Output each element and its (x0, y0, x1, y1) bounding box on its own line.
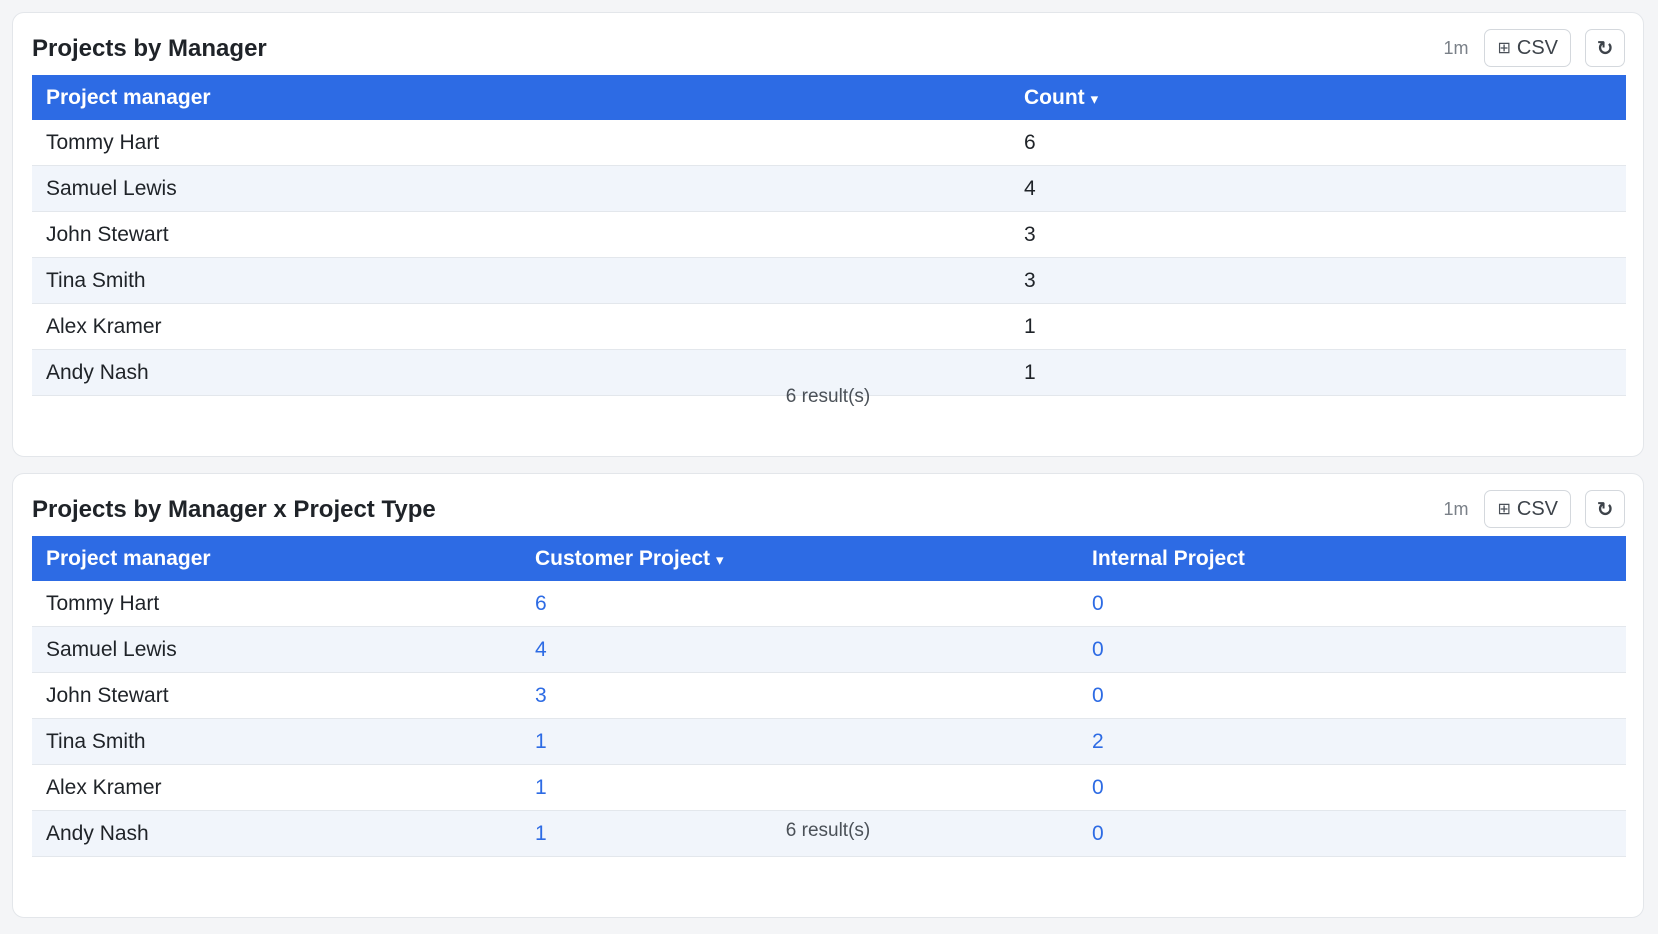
table-grid-icon: ⊞ (1497, 40, 1511, 57)
column-header-project-manager[interactable]: Project manager (32, 536, 521, 581)
count-cell: 4 (1010, 165, 1626, 212)
manager-cell: Samuel Lewis (32, 626, 521, 673)
manager-cell: Tommy Hart (32, 581, 521, 627)
count-cell: 3 (1010, 257, 1626, 304)
internal-project-count-link[interactable]: 0 (1078, 581, 1626, 627)
table-row: Tommy Hart 6 0 (32, 581, 1626, 627)
panel-actions: 1m ⊞ CSV ↻ (1443, 489, 1625, 529)
manager-cell: John Stewart (32, 672, 521, 719)
table-row: Tina Smith 3 (32, 257, 1626, 304)
table-row: John Stewart 3 0 (32, 672, 1626, 719)
refresh-age-label: 1m (1443, 498, 1469, 519)
column-header-internal-project[interactable]: Internal Project (1078, 536, 1626, 581)
column-header-count[interactable]: Count ▾ (1010, 75, 1626, 120)
manager-cell: Tina Smith (32, 718, 521, 765)
internal-project-count-link[interactable]: 0 (1078, 626, 1626, 673)
manager-cell: Tommy Hart (32, 120, 1010, 166)
projects-by-manager-table: Project manager Count ▾ Tommy Hart 6 Samu… (32, 75, 1626, 396)
projects-by-manager-x-type-panel: Projects by Manager x Project Type 1m ⊞ … (12, 473, 1644, 918)
refresh-icon: ↻ (1596, 498, 1614, 521)
table-row: Samuel Lewis 4 0 (32, 626, 1626, 673)
manager-cell: Alex Kramer (32, 764, 521, 811)
panel-actions: 1m ⊞ CSV ↻ (1443, 28, 1625, 68)
projects-by-manager-x-type-table: Project manager Customer Project ▾ Intern… (32, 536, 1626, 857)
customer-project-count-link[interactable]: 1 (521, 764, 1078, 811)
panel-header: Projects by Manager 1m ⊞ CSV ↻ (13, 13, 1643, 83)
csv-export-button[interactable]: ⊞ CSV (1484, 29, 1571, 67)
column-header-project-manager[interactable]: Project manager (32, 75, 1010, 120)
internal-project-count-link[interactable]: 0 (1078, 764, 1626, 811)
result-count: 6 result(s) (785, 386, 871, 407)
csv-export-button[interactable]: ⊞ CSV (1484, 490, 1571, 528)
refresh-button[interactable]: ↻ (1585, 29, 1625, 67)
sort-desc-icon: ▾ (1090, 90, 1099, 108)
table-header-row: Project manager Count ▾ (32, 75, 1626, 120)
customer-project-count-link[interactable]: 4 (521, 626, 1078, 673)
panel-title: Projects by Manager (32, 35, 267, 62)
count-cell: 6 (1010, 120, 1626, 166)
table-row: Tina Smith 1 2 (32, 718, 1626, 765)
csv-button-label: CSV (1516, 36, 1558, 59)
manager-cell: Tina Smith (32, 257, 1010, 304)
table-row: Alex Kramer 1 (32, 303, 1626, 350)
manager-cell: John Stewart (32, 211, 1010, 258)
sort-desc-icon: ▾ (716, 551, 724, 569)
column-header-customer-project[interactable]: Customer Project ▾ (521, 536, 1078, 581)
count-cell: 1 (1010, 303, 1626, 350)
table-row: Alex Kramer 1 0 (32, 764, 1626, 811)
table-header-row: Project manager Customer Project ▾ Intern… (32, 536, 1626, 581)
table-grid-icon: ⊞ (1497, 501, 1511, 518)
internal-project-count-link[interactable]: 0 (1078, 672, 1626, 719)
manager-cell: Samuel Lewis (32, 165, 1010, 212)
csv-button-label: CSV (1516, 497, 1558, 520)
refresh-button[interactable]: ↻ (1585, 490, 1625, 528)
customer-project-count-link[interactable]: 6 (521, 581, 1078, 627)
internal-project-count-link[interactable]: 2 (1078, 718, 1626, 765)
count-cell: 3 (1010, 211, 1626, 258)
refresh-icon: ↻ (1596, 37, 1614, 60)
table-row: Tommy Hart 6 (32, 120, 1626, 166)
refresh-age-label: 1m (1443, 37, 1469, 58)
customer-project-count-link[interactable]: 1 (521, 718, 1078, 765)
projects-by-manager-panel: Projects by Manager 1m ⊞ CSV ↻ Project m… (12, 12, 1644, 457)
table-row: Samuel Lewis 4 (32, 165, 1626, 212)
manager-cell: Alex Kramer (32, 303, 1010, 350)
result-count: 6 result(s) (785, 820, 871, 841)
customer-project-count-link[interactable]: 3 (521, 672, 1078, 719)
panel-header: Projects by Manager x Project Type 1m ⊞ … (13, 474, 1643, 544)
table-row: John Stewart 3 (32, 211, 1626, 258)
panel-title: Projects by Manager x Project Type (32, 496, 436, 523)
